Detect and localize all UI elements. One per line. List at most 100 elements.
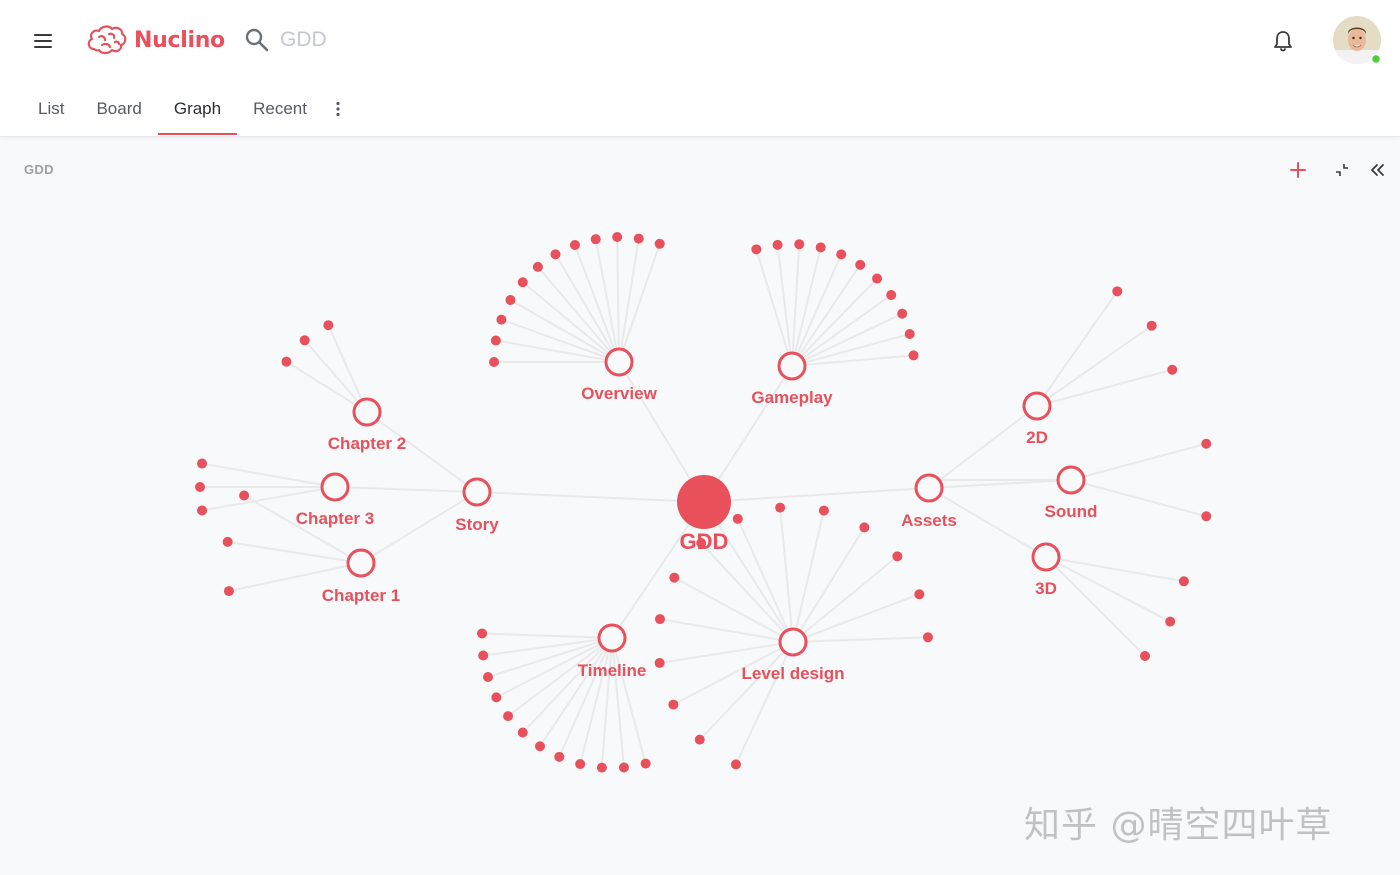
graph-leaf-node[interactable]	[1146, 320, 1157, 331]
graph-leaf-node[interactable]	[482, 671, 493, 682]
graph-leaf-node[interactable]	[517, 277, 528, 288]
graph-leaf-node[interactable]	[668, 699, 679, 710]
graph-node-level-design[interactable]	[778, 627, 808, 657]
graph-node-story[interactable]	[462, 477, 492, 507]
graph-leaf-node[interactable]	[478, 650, 489, 661]
graph-leaf-node[interactable]	[590, 234, 601, 245]
graph-leaf-node[interactable]	[222, 536, 233, 547]
graph-leaf-node[interactable]	[640, 758, 651, 769]
graph-label-sound[interactable]: Sound	[1045, 502, 1098, 521]
graph-edge	[1045, 556, 1171, 623]
graph-node-overview[interactable]	[604, 347, 634, 377]
graph-edge	[700, 542, 794, 643]
graph-label-2d[interactable]: 2D	[1026, 428, 1048, 447]
graph-leaf-node[interactable]	[517, 727, 528, 738]
graph-label-chapter-2[interactable]: Chapter 2	[328, 434, 406, 453]
graph-leaf-node[interactable]	[1201, 438, 1212, 449]
graph-leaf-node[interactable]	[491, 692, 502, 703]
graph-label-level-design[interactable]: Level design	[742, 664, 845, 683]
graph-label-chapter-3[interactable]: Chapter 3	[296, 509, 374, 528]
graph-leaf-node[interactable]	[281, 356, 292, 367]
graph-node-chapter-1[interactable]	[346, 548, 376, 578]
graph-leaf-node[interactable]	[897, 308, 908, 319]
graph-leaf-node[interactable]	[503, 711, 514, 722]
graph-leaf-node[interactable]	[872, 273, 883, 284]
graph-edge	[201, 462, 336, 488]
graph-leaf-node[interactable]	[569, 240, 580, 251]
graph-leaf-node[interactable]	[1112, 286, 1123, 297]
graph-leaf-node[interactable]	[299, 335, 310, 346]
graph-node-sound[interactable]	[1056, 465, 1086, 495]
graph-leaf-node[interactable]	[855, 259, 866, 270]
graph-leaf-node[interactable]	[654, 657, 665, 668]
graph-leaf-node[interactable]	[489, 357, 499, 367]
graph-leaf-node[interactable]	[323, 320, 334, 331]
graph-leaf-node[interactable]	[596, 762, 607, 773]
graph-edge	[618, 238, 640, 363]
graph-leaf-node[interactable]	[618, 762, 629, 773]
graph-leaf-node[interactable]	[197, 458, 208, 469]
graph-leaf-node[interactable]	[633, 233, 644, 244]
graph-leaf-node[interactable]	[195, 482, 205, 492]
graph-label-chapter-1[interactable]: Chapter 1	[322, 586, 400, 605]
graph-leaf-node[interactable]	[859, 522, 870, 533]
graph-edge	[792, 593, 920, 643]
graph-leaf-node[interactable]	[732, 513, 743, 524]
graph-leaf-node[interactable]	[818, 505, 829, 516]
graph-leaf-node[interactable]	[1178, 576, 1189, 587]
graph-leaf-node[interactable]	[550, 249, 561, 260]
graph-node-3d[interactable]	[1031, 542, 1061, 572]
graph-label-3d[interactable]: 3D	[1035, 579, 1057, 598]
graph-leaf-node[interactable]	[223, 586, 234, 597]
graph-root-node[interactable]	[677, 475, 731, 529]
graph-leaf-node[interactable]	[775, 502, 786, 513]
graph-label-gameplay[interactable]: Gameplay	[751, 388, 833, 407]
graph-label-timeline[interactable]: Timeline	[578, 661, 647, 680]
graph-leaf-node[interactable]	[239, 490, 250, 501]
graph-leaf-node[interactable]	[477, 628, 488, 639]
graph-leaf-node[interactable]	[1165, 616, 1176, 627]
graph-node-chapter-3[interactable]	[320, 472, 350, 502]
graph-leaf-node[interactable]	[496, 314, 507, 325]
graph-leaf-node[interactable]	[1139, 650, 1150, 661]
graph-leaf-node[interactable]	[1201, 511, 1212, 522]
mind-map-graph[interactable]: Overview Gameplay Story Chapter 2 Chapter 3 C…	[0, 0, 1400, 875]
graph-leaf-node[interactable]	[922, 632, 933, 643]
graph-leaf-node[interactable]	[1167, 364, 1178, 375]
graph-leaf-node[interactable]	[751, 244, 762, 255]
graph-leaf-node[interactable]	[886, 289, 897, 300]
graph-leaf-node[interactable]	[490, 335, 501, 346]
graph-leaf-node[interactable]	[654, 614, 665, 625]
graph-leaf-node[interactable]	[554, 751, 565, 762]
graph-leaf-node[interactable]	[505, 295, 516, 306]
graph-leaf-node[interactable]	[914, 589, 925, 600]
graph-leaf-node[interactable]	[575, 759, 586, 770]
graph-leaf-node[interactable]	[815, 242, 826, 253]
graph-node-2d[interactable]	[1022, 391, 1052, 421]
graph-node-gameplay[interactable]	[777, 351, 807, 381]
graph-leaf-node[interactable]	[904, 329, 915, 340]
graph-edge	[779, 507, 794, 643]
graph-leaf-node[interactable]	[908, 350, 919, 361]
graph-leaf-node[interactable]	[794, 239, 805, 250]
graph-node-assets[interactable]	[914, 473, 944, 503]
graph-leaf-node[interactable]	[654, 238, 665, 249]
graph-leaf-node[interactable]	[669, 572, 680, 583]
graph-edge	[928, 479, 1072, 489]
graph-leaf-node[interactable]	[730, 759, 741, 770]
graph-leaf-node[interactable]	[772, 239, 783, 250]
graph-leaf-node[interactable]	[612, 232, 623, 243]
graph-root-label[interactable]: GDD	[680, 529, 729, 554]
graph-leaf-node[interactable]	[892, 551, 903, 562]
graph-label-story[interactable]: Story	[455, 515, 499, 534]
graph-leaf-node[interactable]	[836, 249, 847, 260]
graph-node-chapter-2[interactable]	[352, 397, 382, 427]
graph-edge	[334, 486, 478, 493]
graph-leaf-node[interactable]	[532, 261, 543, 272]
graph-label-overview[interactable]: Overview	[581, 384, 657, 403]
graph-leaf-node[interactable]	[694, 734, 705, 745]
graph-node-timeline[interactable]	[597, 623, 627, 653]
graph-label-assets[interactable]: Assets	[901, 511, 957, 530]
graph-leaf-node[interactable]	[197, 505, 208, 516]
graph-leaf-node[interactable]	[534, 741, 545, 752]
